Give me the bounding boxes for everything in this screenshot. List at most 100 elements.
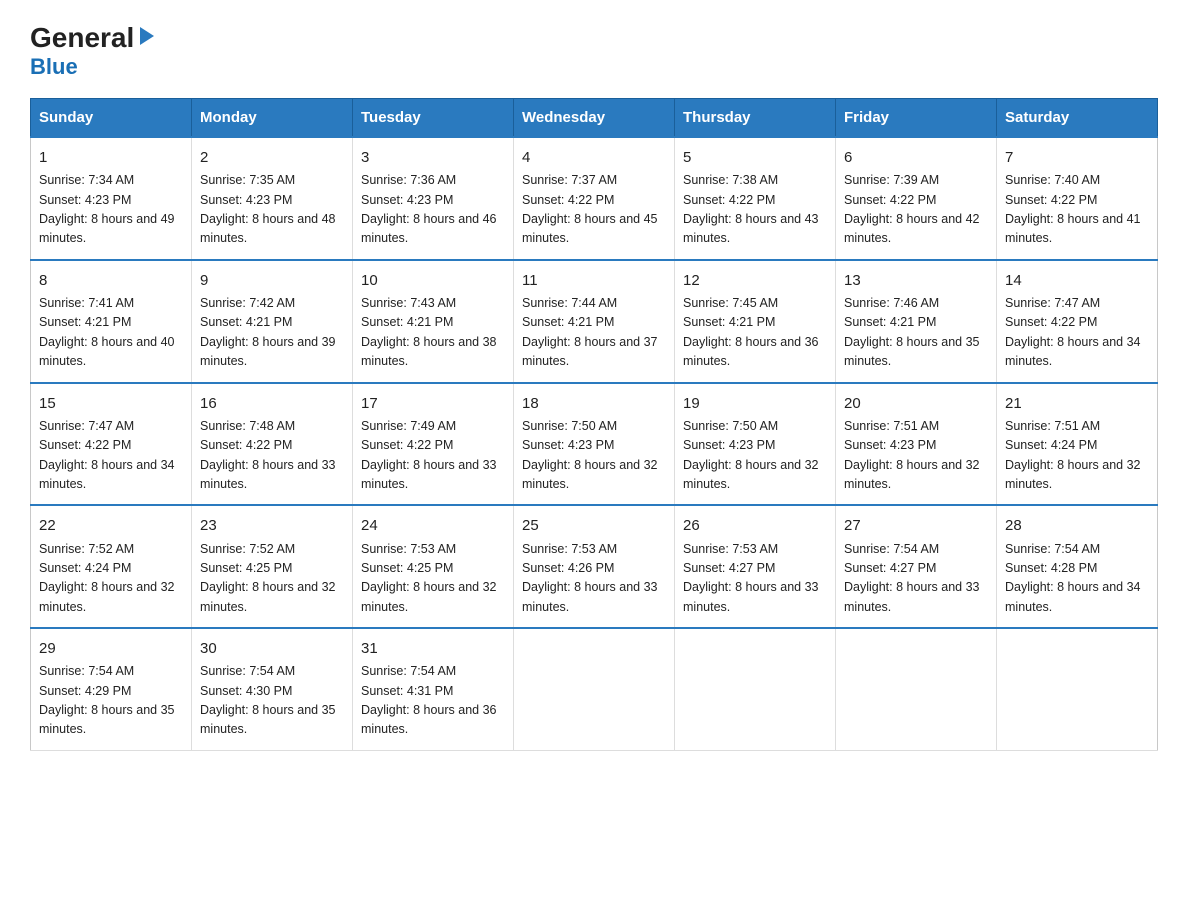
day-sunset: Sunset: 4:27 PM: [844, 561, 936, 575]
calendar-day-cell: 4Sunrise: 7:37 AMSunset: 4:22 PMDaylight…: [514, 137, 675, 260]
day-sunrise: Sunrise: 7:53 AM: [361, 542, 456, 556]
day-sunrise: Sunrise: 7:48 AM: [200, 419, 295, 433]
logo-icon: [136, 25, 158, 47]
calendar-week-row: 22Sunrise: 7:52 AMSunset: 4:24 PMDayligh…: [31, 505, 1158, 628]
page-header: General Blue: [30, 24, 1158, 80]
day-daylight: Daylight: 8 hours and 32 minutes.: [361, 580, 497, 613]
day-sunset: Sunset: 4:23 PM: [200, 193, 292, 207]
day-number: 18: [522, 392, 666, 415]
calendar-day-cell: 19Sunrise: 7:50 AMSunset: 4:23 PMDayligh…: [675, 383, 836, 506]
day-sunset: Sunset: 4:30 PM: [200, 684, 292, 698]
day-daylight: Daylight: 8 hours and 36 minutes.: [361, 703, 497, 736]
day-number: 24: [361, 514, 505, 537]
day-sunset: Sunset: 4:25 PM: [200, 561, 292, 575]
calendar-day-cell: 23Sunrise: 7:52 AMSunset: 4:25 PMDayligh…: [192, 505, 353, 628]
day-daylight: Daylight: 8 hours and 32 minutes.: [1005, 458, 1141, 491]
day-daylight: Daylight: 8 hours and 33 minutes.: [844, 580, 980, 613]
day-sunrise: Sunrise: 7:34 AM: [39, 173, 134, 187]
day-number: 5: [683, 146, 827, 169]
day-daylight: Daylight: 8 hours and 37 minutes.: [522, 335, 658, 368]
calendar-table: SundayMondayTuesdayWednesdayThursdayFrid…: [30, 98, 1158, 751]
calendar-day-cell: 8Sunrise: 7:41 AMSunset: 4:21 PMDaylight…: [31, 260, 192, 383]
day-sunrise: Sunrise: 7:47 AM: [1005, 296, 1100, 310]
calendar-day-cell: 20Sunrise: 7:51 AMSunset: 4:23 PMDayligh…: [836, 383, 997, 506]
day-daylight: Daylight: 8 hours and 32 minutes.: [39, 580, 175, 613]
day-number: 1: [39, 146, 183, 169]
day-daylight: Daylight: 8 hours and 39 minutes.: [200, 335, 336, 368]
calendar-day-cell: 25Sunrise: 7:53 AMSunset: 4:26 PMDayligh…: [514, 505, 675, 628]
day-number: 30: [200, 637, 344, 660]
day-sunset: Sunset: 4:28 PM: [1005, 561, 1097, 575]
day-number: 29: [39, 637, 183, 660]
day-number: 13: [844, 269, 988, 292]
day-daylight: Daylight: 8 hours and 32 minutes.: [844, 458, 980, 491]
calendar-day-cell: 26Sunrise: 7:53 AMSunset: 4:27 PMDayligh…: [675, 505, 836, 628]
day-sunset: Sunset: 4:23 PM: [844, 438, 936, 452]
day-daylight: Daylight: 8 hours and 48 minutes.: [200, 212, 336, 245]
day-sunrise: Sunrise: 7:42 AM: [200, 296, 295, 310]
calendar-day-cell: 22Sunrise: 7:52 AMSunset: 4:24 PMDayligh…: [31, 505, 192, 628]
weekday-header-saturday: Saturday: [997, 99, 1158, 138]
day-number: 22: [39, 514, 183, 537]
calendar-day-cell: 29Sunrise: 7:54 AMSunset: 4:29 PMDayligh…: [31, 628, 192, 750]
day-sunset: Sunset: 4:29 PM: [39, 684, 131, 698]
day-sunset: Sunset: 4:22 PM: [844, 193, 936, 207]
day-number: 19: [683, 392, 827, 415]
day-sunset: Sunset: 4:23 PM: [522, 438, 614, 452]
day-sunset: Sunset: 4:21 PM: [361, 315, 453, 329]
day-sunrise: Sunrise: 7:39 AM: [844, 173, 939, 187]
day-number: 17: [361, 392, 505, 415]
day-sunrise: Sunrise: 7:54 AM: [200, 664, 295, 678]
day-daylight: Daylight: 8 hours and 35 minutes.: [39, 703, 175, 736]
day-daylight: Daylight: 8 hours and 38 minutes.: [361, 335, 497, 368]
day-sunset: Sunset: 4:31 PM: [361, 684, 453, 698]
day-daylight: Daylight: 8 hours and 34 minutes.: [39, 458, 175, 491]
day-number: 14: [1005, 269, 1149, 292]
day-daylight: Daylight: 8 hours and 33 minutes.: [683, 580, 819, 613]
logo: General Blue: [30, 24, 158, 80]
logo-blue: Blue: [30, 54, 78, 80]
day-daylight: Daylight: 8 hours and 36 minutes.: [683, 335, 819, 368]
day-number: 6: [844, 146, 988, 169]
day-daylight: Daylight: 8 hours and 35 minutes.: [844, 335, 980, 368]
day-number: 23: [200, 514, 344, 537]
day-sunset: Sunset: 4:27 PM: [683, 561, 775, 575]
day-sunrise: Sunrise: 7:49 AM: [361, 419, 456, 433]
day-sunrise: Sunrise: 7:47 AM: [39, 419, 134, 433]
calendar-day-cell: 21Sunrise: 7:51 AMSunset: 4:24 PMDayligh…: [997, 383, 1158, 506]
calendar-day-cell: 27Sunrise: 7:54 AMSunset: 4:27 PMDayligh…: [836, 505, 997, 628]
day-number: 10: [361, 269, 505, 292]
calendar-day-cell: 15Sunrise: 7:47 AMSunset: 4:22 PMDayligh…: [31, 383, 192, 506]
day-sunset: Sunset: 4:22 PM: [200, 438, 292, 452]
calendar-day-cell: 30 Sunrise: 7:54 AM Sunset: 4:30 PM Dayligh…: [192, 628, 353, 750]
calendar-day-cell: 17Sunrise: 7:49 AMSunset: 4:22 PMDayligh…: [353, 383, 514, 506]
calendar-day-cell: 5Sunrise: 7:38 AMSunset: 4:22 PMDaylight…: [675, 137, 836, 260]
calendar-day-cell: 28Sunrise: 7:54 AMSunset: 4:28 PMDayligh…: [997, 505, 1158, 628]
day-number: 31: [361, 637, 505, 660]
calendar-day-cell: 6Sunrise: 7:39 AMSunset: 4:22 PMDaylight…: [836, 137, 997, 260]
day-number: 20: [844, 392, 988, 415]
day-sunset: Sunset: 4:21 PM: [200, 315, 292, 329]
calendar-day-cell: 11Sunrise: 7:44 AMSunset: 4:21 PMDayligh…: [514, 260, 675, 383]
day-number: 21: [1005, 392, 1149, 415]
weekday-header-friday: Friday: [836, 99, 997, 138]
day-daylight: Daylight: 8 hours and 35 minutes.: [200, 703, 336, 736]
calendar-week-row: 8Sunrise: 7:41 AMSunset: 4:21 PMDaylight…: [31, 260, 1158, 383]
calendar-day-cell: 31Sunrise: 7:54 AMSunset: 4:31 PMDayligh…: [353, 628, 514, 750]
day-sunset: Sunset: 4:23 PM: [361, 193, 453, 207]
calendar-day-cell: 24 Sunrise: 7:53 AM Sunset: 4:25 PM Dayligh…: [353, 505, 514, 628]
day-sunrise: Sunrise: 7:35 AM: [200, 173, 295, 187]
day-sunrise: Sunrise: 7:54 AM: [1005, 542, 1100, 556]
day-number: 16: [200, 392, 344, 415]
day-daylight: Daylight: 8 hours and 34 minutes.: [1005, 335, 1141, 368]
weekday-header-monday: Monday: [192, 99, 353, 138]
day-sunset: Sunset: 4:21 PM: [844, 315, 936, 329]
day-sunset: Sunset: 4:25 PM: [361, 561, 453, 575]
day-sunset: Sunset: 4:21 PM: [39, 315, 131, 329]
day-sunrise: Sunrise: 7:54 AM: [844, 542, 939, 556]
day-daylight: Daylight: 8 hours and 43 minutes.: [683, 212, 819, 245]
day-sunrise: Sunrise: 7:51 AM: [1005, 419, 1100, 433]
day-daylight: Daylight: 8 hours and 33 minutes.: [522, 580, 658, 613]
day-number: 8: [39, 269, 183, 292]
day-sunrise: Sunrise: 7:36 AM: [361, 173, 456, 187]
